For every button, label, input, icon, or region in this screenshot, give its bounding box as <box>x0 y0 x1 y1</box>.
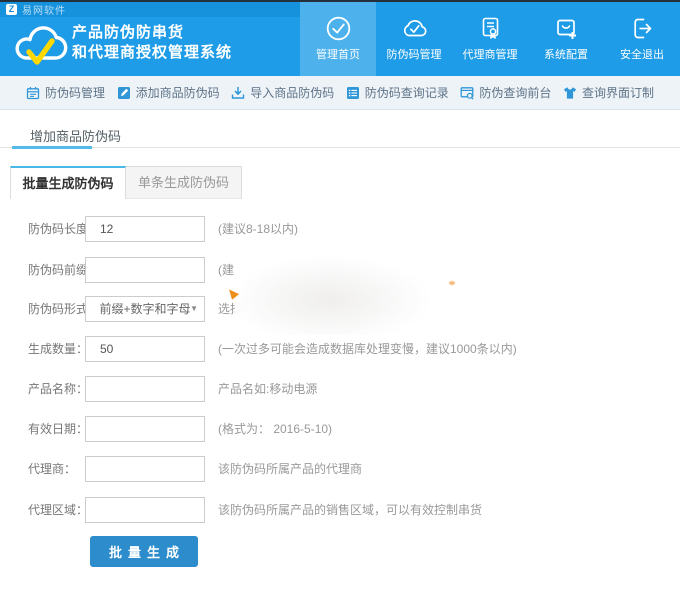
app-logo <box>14 22 68 70</box>
field-agent: 代理商： 该防伪码所属产品的代理商 <box>0 456 680 482</box>
field-agent-region: 代理区域： 该防伪码所属产品的销售区域，可以有效控制串货 <box>0 497 680 523</box>
code-length-input[interactable] <box>85 216 205 242</box>
tab-bar: 批量生成防伪码 单条生成防伪码 <box>10 166 242 199</box>
product-name-input[interactable] <box>85 376 205 402</box>
table-icon <box>346 86 360 100</box>
page-title: 增加商品防伪码 <box>30 126 121 145</box>
field-hint: (建议8-18以内) <box>218 216 298 242</box>
field-hint: (格式为： 2016-5-10) <box>218 416 332 442</box>
page-title-row: 增加商品防伪码 <box>0 120 680 148</box>
field-label: 代理商： <box>28 456 76 482</box>
field-code-length: 防伪码长度： (建议8-18以内) <box>0 216 680 242</box>
field-hint: 该防伪码所属产品的代理商 <box>218 456 362 482</box>
field-hint: 选择 <box>218 296 242 322</box>
logout-icon <box>629 15 656 42</box>
tshirt-icon <box>563 86 577 100</box>
subnav-item-query-front[interactable]: 防伪查询前台 <box>460 84 551 101</box>
subnav-label: 导入商品防伪码 <box>250 84 334 101</box>
field-product-name: 产品名称： 产品名如:移动电源 <box>0 376 680 402</box>
nav-item-system-config[interactable]: 系统配置 <box>528 2 604 76</box>
app-title-line2: 和代理商授权管理系统 <box>72 43 232 63</box>
nav-label: 管理首页 <box>316 46 360 62</box>
field-valid-date: 有效日期： (格式为： 2016-5-10) <box>0 416 680 442</box>
import-icon <box>231 86 245 100</box>
box-plus-icon <box>553 15 580 42</box>
certificate-icon <box>477 15 504 42</box>
subnav-item-add-code[interactable]: 添加商品防伪码 <box>117 84 220 101</box>
generate-count-input[interactable] <box>85 336 205 362</box>
app-title-line1: 产品防伪防串货 <box>72 23 232 43</box>
app-header: Z 易网软件 产品防伪防串货 和代理商授权管理系统 管理首页 防伪码管理 <box>0 2 680 76</box>
field-code-format: 防伪码形式： 前缀+数字和字母 ▼ 选择 <box>0 296 680 322</box>
subnav-item-code-manage[interactable]: 防伪码管理 <box>26 84 105 101</box>
edit-icon <box>117 86 131 100</box>
subnav: 防伪码管理 添加商品防伪码 导入商品防伪码 防伪码查询记录 <box>0 76 680 110</box>
nav-label: 代理商管理 <box>463 46 518 62</box>
subnav-label: 添加商品防伪码 <box>136 84 220 101</box>
nav-item-code-manage[interactable]: 防伪码管理 <box>376 2 452 76</box>
nav-label: 安全退出 <box>620 46 664 62</box>
field-generate-count: 生成数量： (一次过多可能会造成数据库处理变慢，建议1000条以内) <box>0 336 680 362</box>
field-hint: (建 <box>218 257 234 283</box>
field-label: 有效日期： <box>28 416 88 442</box>
field-label: 生成数量： <box>28 336 88 362</box>
main-nav: 管理首页 防伪码管理 代理商管理 <box>300 2 680 76</box>
subnav-label: 防伪码管理 <box>45 84 105 101</box>
brand-logo-icon: Z <box>6 4 17 15</box>
field-label: 代理区域： <box>28 497 88 523</box>
nav-label: 防伪码管理 <box>387 46 442 62</box>
code-format-select[interactable]: 前缀+数字和字母 ▼ <box>85 296 205 322</box>
field-hint: 产品名如:移动电源 <box>218 376 317 402</box>
brand-name: 易网软件 <box>22 2 66 17</box>
field-code-prefix: 防伪码前缀： (建 <box>0 257 680 283</box>
nav-item-home[interactable]: 管理首页 <box>300 2 376 76</box>
chevron-down-icon: ▼ <box>190 297 198 321</box>
subnav-item-ui-customize[interactable]: 查询界面订制 <box>563 84 654 101</box>
agent-input[interactable] <box>85 456 205 482</box>
subnav-item-query-records[interactable]: 防伪码查询记录 <box>346 84 449 101</box>
subnav-item-import-code[interactable]: 导入商品防伪码 <box>231 84 334 101</box>
brand-strip: Z 易网软件 <box>0 2 300 17</box>
circle-check-icon <box>325 15 352 42</box>
cloud-check-icon <box>401 15 428 42</box>
code-prefix-input[interactable] <box>85 257 205 283</box>
agent-region-input[interactable] <box>85 497 205 523</box>
code-format-selected-value: 前缀+数字和字母 <box>99 302 190 316</box>
cloud-logo-icon <box>14 22 68 70</box>
field-hint: 该防伪码所属产品的销售区域，可以有效控制串货 <box>218 497 482 523</box>
title-accent-bar <box>12 146 92 149</box>
tab-single-generate[interactable]: 单条生成防伪码 <box>126 166 242 199</box>
nav-item-agent-manage[interactable]: 代理商管理 <box>452 2 528 76</box>
app-title: 产品防伪防串货 和代理商授权管理系统 <box>72 23 232 63</box>
field-label: 产品名称： <box>28 376 88 402</box>
valid-date-input[interactable] <box>85 416 205 442</box>
calendar-icon <box>26 86 40 100</box>
subnav-label: 防伪码查询记录 <box>365 84 449 101</box>
nav-label: 系统配置 <box>544 46 588 62</box>
subnav-label: 防伪查询前台 <box>479 84 551 101</box>
field-hint: (一次过多可能会造成数据库处理变慢，建议1000条以内) <box>218 336 517 362</box>
tab-batch-generate[interactable]: 批量生成防伪码 <box>10 166 126 199</box>
subnav-label: 查询界面订制 <box>582 84 654 101</box>
nav-item-logout[interactable]: 安全退出 <box>604 2 680 76</box>
batch-generate-button[interactable]: 批量生成 <box>90 536 198 567</box>
browser-icon <box>460 86 474 100</box>
